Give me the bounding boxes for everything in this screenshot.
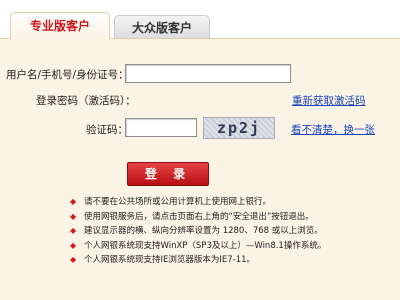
- bullet-diamond-icon: ◆: [70, 197, 77, 206]
- activation-code-link[interactable]: 重新获取激活码: [292, 93, 366, 108]
- tip-text: 使用网银服务后，请点击页面右上角的“安全退出”按钮退出。: [84, 211, 314, 222]
- tip-item: ◆ 请不要在公共场所或公用计算机上使用网上银行。: [70, 195, 395, 210]
- login-button[interactable]: 登 录: [127, 162, 209, 186]
- activation-label: 登录密码（激活码）：: [36, 95, 136, 107]
- captcha-text: zp2j: [216, 119, 262, 137]
- bullet-diamond-icon: ◆: [70, 211, 77, 221]
- tab-professional[interactable]: 专业版客户: [10, 12, 110, 39]
- tip-item: ◆ 个人网银系统现支持WinXP（SP3及以上）—Win8.1操作系统。: [70, 239, 395, 254]
- captcha-refresh-link[interactable]: 看不清楚，换一张: [291, 122, 375, 137]
- tab-bar: 专业版客户 大众版客户: [0, 0, 400, 39]
- tab-public[interactable]: 大众版客户: [114, 15, 210, 39]
- tip-item: ◆ 建议显示器的横、纵向分辨率设置为 1280、768 或以上浏览。: [70, 224, 395, 239]
- captcha-image[interactable]: zp2j: [203, 117, 275, 139]
- tips-list: ◆ 请不要在公共场所或公用计算机上使用网上银行。 ◆ 使用网银服务后，请点击页面右上…: [70, 195, 395, 268]
- tip-text: 建议显示器的横、纵向分辨率设置为 1280、768 或以上浏览。: [84, 226, 323, 236]
- captcha-label: 验证码：: [86, 124, 128, 136]
- tip-text: 个人网银系统现支持IE浏览器版本为IE7-11。: [84, 255, 256, 265]
- tip-item: ◆ 个人网银系统现支持IE浏览器版本为IE7-11。: [70, 253, 395, 268]
- bullet-diamond-icon: ◆: [70, 226, 77, 235]
- tip-text: 个人网银系统现支持WinXP（SP3及以上）—Win8.1操作系统。: [84, 240, 327, 251]
- username-input[interactable]: [125, 64, 291, 83]
- tip-item: ◆ 使用网银服务后，请点击页面右上角的“安全退出”按钮退出。: [70, 210, 395, 225]
- captcha-input[interactable]: [125, 118, 197, 137]
- tip-text: 请不要在公共场所或公用计算机上使用网上银行。: [84, 197, 272, 207]
- bullet-diamond-icon: ◆: [70, 255, 77, 264]
- username-label: 用户名/手机号/身份证号：: [6, 69, 129, 81]
- bullet-diamond-icon: ◆: [70, 240, 77, 250]
